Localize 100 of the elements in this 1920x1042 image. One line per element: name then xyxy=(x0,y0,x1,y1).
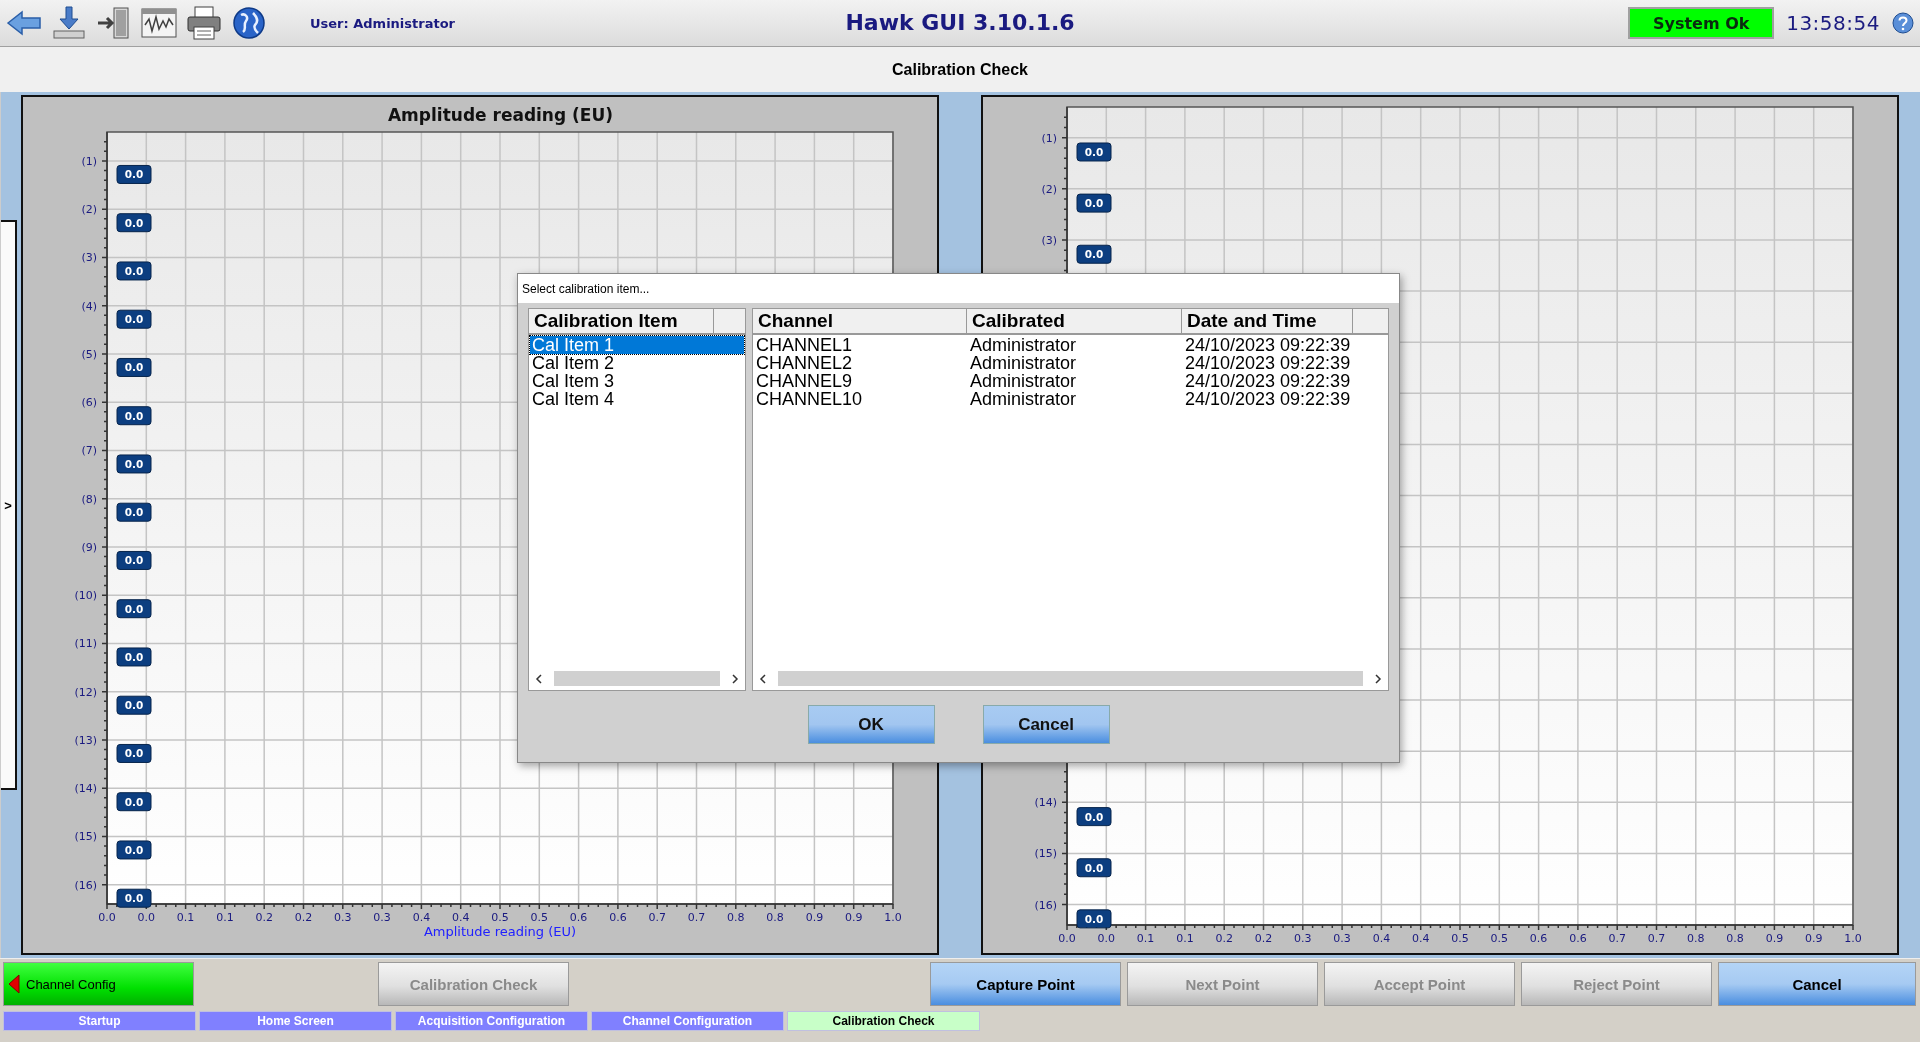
tick-label: 0.9 xyxy=(1804,932,1823,945)
data-label: 0.0 xyxy=(124,168,144,181)
data-label: 0.0 xyxy=(124,361,144,374)
row-label: (4) xyxy=(81,299,97,313)
row-label: (15) xyxy=(74,830,97,844)
waveform-window-icon[interactable] xyxy=(141,5,177,41)
data-label: 0.0 xyxy=(124,216,144,229)
tick-label: 0.4 xyxy=(412,911,431,924)
help-icon[interactable] xyxy=(1892,12,1914,34)
column-header[interactable]: Date and Time xyxy=(1182,309,1353,333)
tick-label: 0.8 xyxy=(1726,932,1744,945)
scroll-right-icon[interactable] xyxy=(730,673,740,684)
tick-label: 0.5 xyxy=(491,911,509,924)
row-label: (16) xyxy=(1034,898,1057,912)
data-label: 0.0 xyxy=(124,795,144,808)
data-label: 0.0 xyxy=(1084,810,1104,823)
tick-label: 0.1 xyxy=(1136,932,1155,945)
user-label: User: Administrator xyxy=(310,15,456,31)
row-label: (2) xyxy=(1041,182,1057,196)
value-badge: 0.0 xyxy=(116,599,152,619)
data-label: 0.0 xyxy=(124,699,144,712)
row-label: (3) xyxy=(1041,233,1057,247)
tick-label: 0.6 xyxy=(569,911,588,924)
cancel-button[interactable]: Cancel xyxy=(982,705,1110,744)
tick-label: 0.1 xyxy=(1176,932,1194,945)
column-header[interactable]: Calibrated xyxy=(967,309,1182,333)
table-cell-text: Administrator xyxy=(969,372,1077,390)
tick-label: 0.1 xyxy=(176,911,195,924)
tick-label: 0.3 xyxy=(334,911,352,924)
scroll-left-icon[interactable] xyxy=(534,673,544,684)
download-icon[interactable] xyxy=(51,5,87,41)
row-label: (14) xyxy=(1034,796,1057,810)
tick-label: 0.2 xyxy=(294,911,313,924)
table-cell-text: Administrator xyxy=(969,354,1077,372)
column-header[interactable]: Channel xyxy=(753,309,967,333)
row-label: (16) xyxy=(74,878,97,892)
value-badge: 0.0 xyxy=(116,840,152,860)
tick-label: 0.0 xyxy=(137,911,156,924)
value-badge: 0.0 xyxy=(116,164,152,184)
tick-label: 0.0 xyxy=(1097,932,1116,945)
tick-label: 0.4 xyxy=(1372,932,1391,945)
list-item[interactable]: Cal Item 2 xyxy=(530,354,744,372)
list-item[interactable]: Cal Item 4 xyxy=(530,390,744,408)
row-label: (14) xyxy=(74,782,97,796)
value-badge: 0.0 xyxy=(1076,858,1112,878)
value-badge: 0.0 xyxy=(116,695,152,715)
row-label: (8) xyxy=(81,492,97,506)
scroll-left-icon[interactable] xyxy=(758,673,768,684)
scrollbar-track[interactable] xyxy=(778,671,1363,686)
list-item[interactable]: Cal Item 1 xyxy=(530,336,744,354)
data-label: 0.0 xyxy=(124,313,144,326)
value-badge: 0.0 xyxy=(116,743,152,763)
tick-label: 1.0 xyxy=(884,911,902,924)
page-title: Calibration Check xyxy=(892,60,1028,79)
table-cell-text: 24/10/2023 09:22:39 xyxy=(1184,354,1352,372)
table-cell-text: 24/10/2023 09:22:39 xyxy=(1184,372,1352,390)
tick-label: 0.2 xyxy=(255,911,273,924)
list-item[interactable]: Cal Item 3 xyxy=(530,372,744,390)
tick-label: 0.8 xyxy=(727,911,745,924)
tick-label: 0.0 xyxy=(98,911,116,924)
row-label: (11) xyxy=(74,637,97,651)
row-label: (7) xyxy=(81,444,97,458)
axis-title: Amplitude reading (EU) xyxy=(423,924,577,939)
ok-button[interactable]: OK xyxy=(807,705,935,744)
chart-title: Amplitude reading (EU) xyxy=(387,105,614,125)
side-panel-tab[interactable]: > xyxy=(1,220,17,790)
globe-icon[interactable] xyxy=(231,5,267,41)
action-button[interactable]: Channel Config xyxy=(3,962,194,1006)
tick-label: 0.9 xyxy=(1765,932,1784,945)
printer-icon[interactable] xyxy=(186,5,222,41)
tick-label: 0.0 xyxy=(1058,932,1076,945)
value-badge: 0.0 xyxy=(1076,909,1112,929)
table-cell-text: 24/10/2023 09:22:39 xyxy=(1184,336,1352,354)
action-button: Reject Point xyxy=(1521,962,1712,1006)
clock-time: 13:58:54 xyxy=(1786,11,1880,35)
tick-label: 0.6 xyxy=(1529,932,1548,945)
tick-label: 0.9 xyxy=(805,911,824,924)
row-label: (5) xyxy=(81,347,97,361)
data-label: 0.0 xyxy=(124,892,144,905)
scrollbar-track[interactable] xyxy=(554,671,720,686)
tick-label: 1.0 xyxy=(1844,932,1862,945)
data-label: 0.0 xyxy=(124,843,144,856)
tick-label: 0.8 xyxy=(1687,932,1705,945)
nav-tab[interactable]: Calibration Check xyxy=(787,1011,980,1031)
tick-label: 0.3 xyxy=(1333,932,1351,945)
dialog-title: Select calibration item... xyxy=(522,281,650,296)
action-button[interactable]: Cancel xyxy=(1718,962,1916,1006)
value-badge: 0.0 xyxy=(116,309,152,329)
data-label: 0.0 xyxy=(1084,248,1104,261)
action-button[interactable]: Capture Point xyxy=(930,962,1121,1006)
row-label: (12) xyxy=(74,685,97,699)
row-label: (1) xyxy=(81,154,97,168)
value-badge: 0.0 xyxy=(116,550,152,570)
exit-door-icon[interactable] xyxy=(96,5,132,41)
data-label: 0.0 xyxy=(1084,912,1104,925)
scroll-right-icon[interactable] xyxy=(1373,673,1383,684)
tick-label: 0.3 xyxy=(1294,932,1312,945)
tick-label: 0.5 xyxy=(1490,932,1509,945)
tick-label: 0.4 xyxy=(451,911,470,924)
data-label: 0.0 xyxy=(124,650,144,663)
